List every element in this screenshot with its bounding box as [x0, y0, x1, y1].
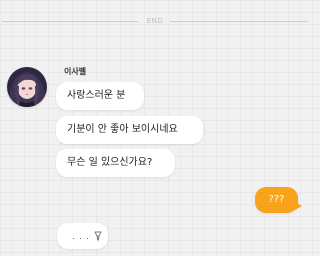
my-message-bubble[interactable]: ???: [255, 187, 302, 213]
divider-line-right: [170, 21, 308, 22]
message-bubble[interactable]: 사랑스러운 분: [56, 82, 144, 110]
pen-icon: [94, 231, 102, 241]
typing-dots: . . .: [72, 232, 90, 241]
sender-name: 이사벨: [64, 67, 87, 76]
end-divider: END: [2, 16, 308, 26]
typing-indicator: . . .: [57, 223, 108, 249]
divider-label: END: [146, 17, 164, 25]
message-bubble[interactable]: 무슨 일 있으신가요?: [56, 149, 175, 177]
avatar[interactable]: [7, 67, 47, 107]
message-bubble[interactable]: 기분이 안 좋아 보이시네요: [56, 116, 203, 144]
divider-line-left: [2, 21, 138, 22]
avatar-icon: [7, 67, 47, 107]
